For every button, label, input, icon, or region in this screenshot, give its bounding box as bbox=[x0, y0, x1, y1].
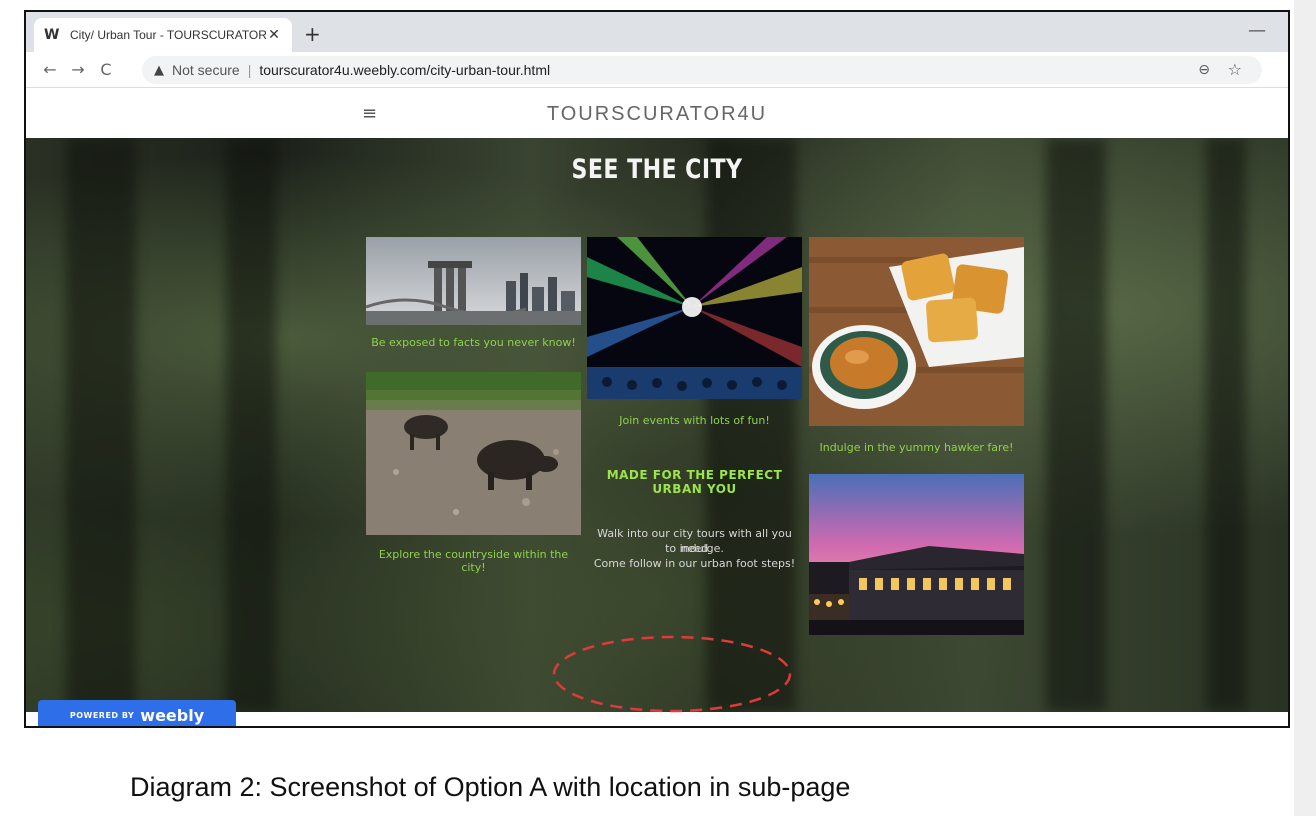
bookmark-star-icon[interactable]: ☆ bbox=[1228, 60, 1242, 79]
shophouse-sunset-image[interactable] bbox=[809, 474, 1024, 635]
browser-tab[interactable]: W City/ Urban Tour - TOURSCURATOR ✕ bbox=[34, 18, 292, 52]
url-text[interactable]: tourscurator4u.weebly.com/city-urban-tou… bbox=[259, 62, 550, 78]
concert-lights-image[interactable] bbox=[587, 237, 802, 399]
caption-events: Join events with lots of fun! bbox=[619, 414, 770, 427]
section-body-line: to indulge. bbox=[665, 542, 724, 555]
security-label[interactable]: Not secure bbox=[172, 62, 240, 78]
city-skyline-image[interactable] bbox=[366, 237, 581, 325]
background-tree-trunk bbox=[1046, 138, 1106, 712]
url-omnibox[interactable]: ▲ Not secure | tourscurator4u.weebly.com… bbox=[142, 56, 1262, 84]
wild-boar-image[interactable] bbox=[366, 372, 581, 535]
powered-by-weebly-badge[interactable]: POWERED BY weebly bbox=[38, 700, 236, 726]
background-tree-trunk bbox=[1206, 138, 1246, 712]
section-heading: MADE FOR THE PERFECT URBAN YOU bbox=[606, 468, 783, 496]
weebly-favicon-icon: W bbox=[44, 27, 60, 43]
hero-title: SEE THE CITY bbox=[571, 154, 743, 185]
figure-caption: Diagram 2: Screenshot of Option A with l… bbox=[130, 772, 851, 802]
location-marker-ellipse bbox=[552, 635, 792, 713]
caption-countryside: Explore the countryside within the city! bbox=[378, 548, 569, 574]
close-tab-icon[interactable]: ✕ bbox=[266, 27, 282, 43]
section-body-line: Come follow in our urban foot steps! bbox=[593, 557, 796, 570]
url-separator: | bbox=[247, 62, 252, 78]
minimize-button[interactable]: — bbox=[1248, 20, 1266, 41]
caption-facts: Be exposed to facts you never know! bbox=[371, 336, 576, 349]
background-tree-trunk bbox=[226, 138, 276, 712]
hawker-food-image[interactable] bbox=[809, 237, 1024, 426]
forward-icon[interactable]: → bbox=[64, 60, 92, 79]
back-icon[interactable]: ← bbox=[36, 60, 64, 79]
badge-brand-text: weebly bbox=[140, 705, 205, 725]
caption-hawker: Indulge in the yummy hawker fare! bbox=[819, 441, 1014, 454]
reload-icon[interactable]: C bbox=[92, 60, 120, 79]
zoom-icon[interactable]: ⊖ bbox=[1198, 62, 1210, 78]
hero-section: SEE THE CITY Be exposed to facts you nev… bbox=[26, 138, 1288, 712]
site-title[interactable]: TOURSCURATOR4U bbox=[26, 103, 1288, 126]
badge-powered-text: POWERED BY bbox=[69, 710, 135, 720]
browser-window: W City/ Urban Tour - TOURSCURATOR ✕ + — … bbox=[24, 10, 1290, 728]
background-tree-trunk bbox=[66, 138, 136, 712]
page-scrollbar[interactable] bbox=[1294, 0, 1316, 816]
tab-bar: W City/ Urban Tour - TOURSCURATOR ✕ + — bbox=[26, 12, 1288, 52]
warning-icon[interactable]: ▲ bbox=[154, 63, 164, 78]
new-tab-button[interactable]: + bbox=[304, 22, 321, 46]
address-bar: ← → C ▲ Not secure | tourscurator4u.weeb… bbox=[26, 52, 1288, 88]
tab-title: City/ Urban Tour - TOURSCURATOR bbox=[70, 28, 266, 42]
site-header: ≡ TOURSCURATOR4U bbox=[26, 89, 1288, 138]
